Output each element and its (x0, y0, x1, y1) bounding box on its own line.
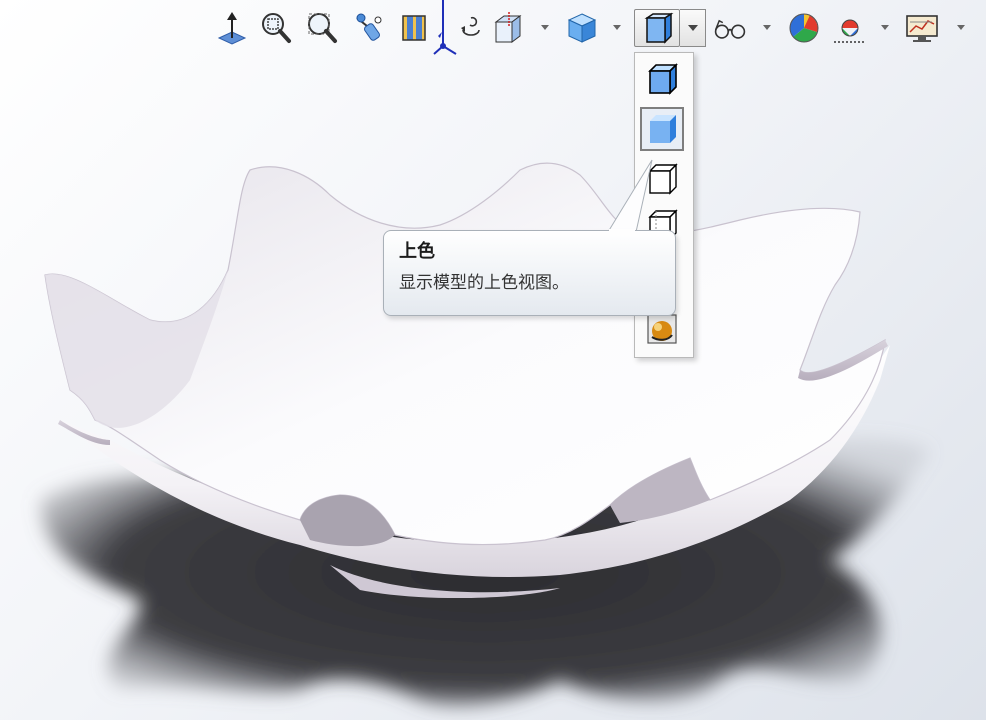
view-settings-glasses-icon[interactable] (712, 8, 748, 48)
apply-scene-icon[interactable] (832, 8, 868, 48)
view-orientation-dropdown-arrow[interactable] (540, 24, 550, 32)
zoom-to-fit-icon[interactable] (258, 8, 294, 48)
rotate-view-icon[interactable] (452, 8, 488, 48)
graphics-viewport[interactable] (0, 0, 986, 720)
hidden-lines-removed-icon[interactable] (640, 157, 684, 201)
view-settings-monitor-dropdown-arrow[interactable] (956, 24, 966, 32)
zoom-to-area-icon[interactable] (304, 8, 340, 48)
tooltip-title: 上色 (399, 241, 435, 262)
shaded-with-edges-icon[interactable] (640, 57, 684, 101)
previous-view-icon[interactable] (352, 8, 388, 48)
heads-up-view-toolbar (0, 0, 986, 60)
apply-scene-dropdown-arrow[interactable] (880, 24, 890, 32)
view-orientation-icon[interactable] (490, 8, 526, 48)
display-style-icon[interactable] (564, 8, 600, 48)
view-settings-dropdown-arrow[interactable] (762, 24, 772, 32)
display-style-dropdown-arrow[interactable] (612, 24, 622, 32)
view-orientation-normal-to-icon[interactable] (214, 8, 250, 48)
shaded-display-icon[interactable] (634, 9, 680, 47)
shaded-icon[interactable] (640, 107, 684, 151)
tooltip: 上色 显示模型的上色视图。 (383, 230, 676, 316)
section-view-icon[interactable] (396, 8, 432, 48)
view-settings-monitor-icon[interactable] (904, 8, 940, 48)
edit-appearance-icon[interactable] (786, 8, 822, 48)
tooltip-description: 显示模型的上色视图。 (399, 273, 569, 293)
shaded-display-dropdown-arrow[interactable] (680, 9, 706, 47)
